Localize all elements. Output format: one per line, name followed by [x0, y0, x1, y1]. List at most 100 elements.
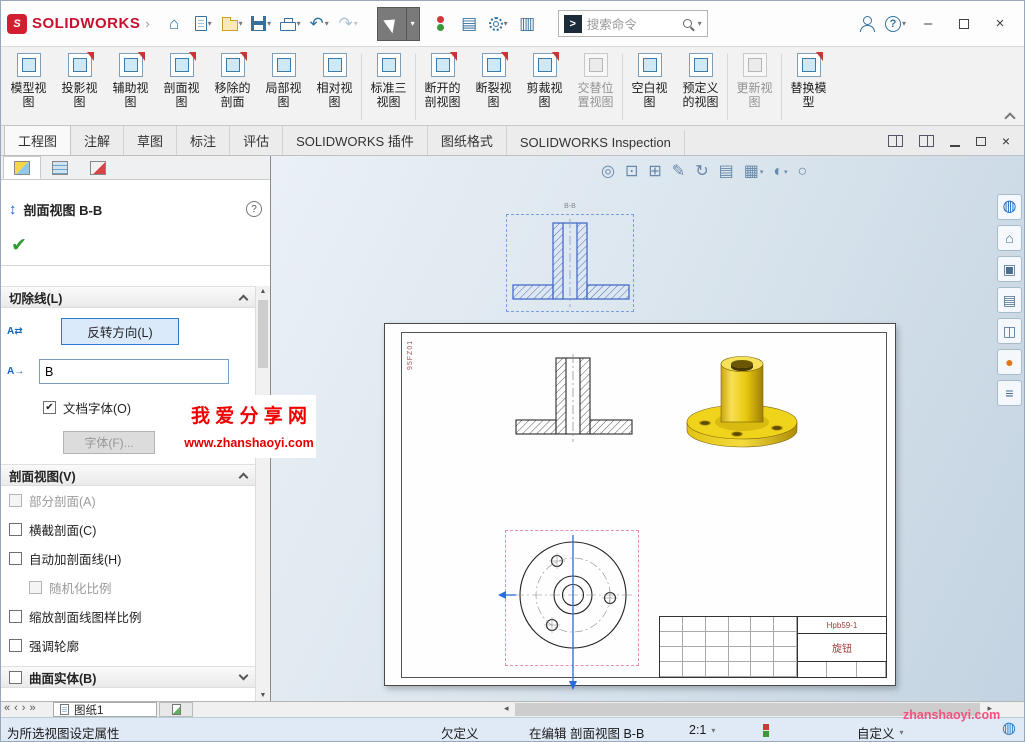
ribbon-section-view[interactable]: 剖面视图: [156, 52, 207, 109]
solidworks-menu[interactable]: S SOLIDWORKS ›: [7, 14, 150, 34]
table-button[interactable]: ▤: [456, 8, 483, 40]
ribbon-update-view[interactable]: 更新视图: [729, 52, 780, 109]
front-section-view[interactable]: [510, 354, 638, 445]
flip-direction-button[interactable]: 反转方向(L): [61, 318, 179, 345]
sheet-properties-icon[interactable]: ▤: [719, 164, 734, 180]
ribbon-standard-3-view[interactable]: 标准三视图: [363, 52, 414, 109]
doc-close-icon[interactable]: ×: [1002, 134, 1010, 148]
zoom-fit-icon[interactable]: ⊡: [625, 164, 638, 180]
property-manager-tab[interactable]: [3, 156, 41, 179]
ribbon-detail-view[interactable]: 局部视图: [258, 52, 309, 109]
zoom-select-icon[interactable]: ◎: [601, 164, 615, 180]
surface-bodies-checkbox[interactable]: [9, 671, 22, 684]
surface-bodies-section-header[interactable]: 曲面实体(B): [1, 666, 255, 688]
ribbon-relative-view[interactable]: 相对视图: [309, 52, 360, 109]
ribbon-broken-out-section[interactable]: 断开的剖视图: [417, 52, 468, 109]
ribbon-empty-view[interactable]: 空白视图: [624, 52, 675, 109]
maximize-button[interactable]: [946, 7, 982, 41]
rebuild-button[interactable]: [427, 8, 454, 40]
doc-minimize-icon[interactable]: [950, 145, 960, 147]
ribbon-projected-view[interactable]: 投影视图: [54, 52, 105, 109]
previous-sheet-icon[interactable]: ‹: [14, 703, 18, 714]
save-button[interactable]: ▾: [248, 8, 275, 40]
next-sheet-icon[interactable]: ›: [22, 703, 26, 714]
ribbon-removed-section[interactable]: 移除的剖面: [207, 52, 258, 109]
scrollbar-thumb[interactable]: [258, 300, 268, 368]
new-document-button[interactable]: ▾: [190, 8, 217, 40]
sheet-scale-dropdown[interactable]: 2:1 ▾: [689, 723, 715, 737]
font-button[interactable]: 字体(F)...: [63, 431, 155, 454]
sheet-tab-sheet1[interactable]: 图纸1: [53, 702, 157, 717]
open-button[interactable]: ▾: [219, 8, 246, 40]
panel-help-icon[interactable]: ?: [246, 201, 262, 217]
tab-evaluate[interactable]: 评估: [230, 126, 283, 155]
ribbon-crop-view[interactable]: 剪裁视图: [519, 52, 570, 109]
minimize-button[interactable]: –: [910, 7, 946, 41]
view-orientation-icon[interactable]: ▦▾: [744, 164, 764, 180]
randomize-scale-checkbox[interactable]: 随机化比例: [1, 573, 255, 602]
command-search[interactable]: > 搜索命令 ▾: [558, 10, 708, 37]
taskpane-globe-icon[interactable]: ◍: [997, 194, 1022, 220]
collapse-chevron-icon[interactable]: [239, 294, 249, 304]
units-dropdown[interactable]: 自定义 ▾: [857, 723, 904, 742]
close-button[interactable]: ×: [982, 7, 1018, 41]
account-button[interactable]: [853, 8, 880, 40]
scroll-down-icon[interactable]: ▼: [256, 692, 270, 699]
pane-left-icon[interactable]: [888, 135, 903, 147]
checkbox-checked-icon[interactable]: ✔: [43, 401, 56, 414]
top-view-selected[interactable]: [505, 530, 639, 666]
properties-button[interactable]: ▥: [514, 8, 541, 40]
section-view-preview[interactable]: B-B: [506, 214, 634, 312]
help-button[interactable]: ?▾: [882, 8, 909, 40]
emphasize-outline-checkbox[interactable]: 强调轮廓: [1, 631, 255, 660]
tab-annotation[interactable]: 注解: [71, 126, 124, 155]
tab-addins[interactable]: SOLIDWORKS 插件: [283, 126, 428, 155]
first-sheet-icon[interactable]: «: [4, 703, 10, 714]
undo-button[interactable]: ↶▾: [306, 8, 333, 40]
scale-hatch-pattern-checkbox[interactable]: 缩放剖面线图样比例: [1, 602, 255, 631]
tab-dimension[interactable]: 标注: [177, 126, 230, 155]
collapse-chevron-icon[interactable]: [239, 472, 249, 482]
home-button[interactable]: ⌂: [161, 8, 188, 40]
ribbon-break-view[interactable]: 断裂视图: [468, 52, 519, 109]
display-style-icon[interactable]: ◐▾: [773, 164, 787, 180]
taskpane-custom-properties-icon[interactable]: ≡: [997, 380, 1022, 406]
sketch-icon[interactable]: ✎: [672, 164, 685, 180]
doc-restore-icon[interactable]: [976, 137, 986, 146]
ribbon-predefined-view[interactable]: 预定义的视图: [675, 52, 726, 109]
options-button[interactable]: ▾: [485, 8, 512, 40]
taskpane-home-icon[interactable]: ⌂: [997, 225, 1022, 251]
scroll-left-icon[interactable]: ◂: [504, 704, 509, 713]
drawing-sheet[interactable]: 95FZ01: [384, 323, 896, 686]
panel-scrollbar[interactable]: ▲ ▼: [255, 286, 270, 701]
tab-inspection[interactable]: SOLIDWORKS Inspection: [507, 130, 685, 155]
tab-drawing[interactable]: 工程图: [4, 125, 71, 155]
section-line-arrow-down[interactable]: [569, 681, 577, 690]
auto-hatching-checkbox[interactable]: 自动加剖面线(H): [1, 544, 255, 573]
menu-expand-icon[interactable]: ›: [145, 16, 149, 31]
tab-sheet-format[interactable]: 图纸格式: [428, 126, 507, 155]
cutline-section-header[interactable]: 切除线(L): [1, 286, 255, 308]
view-settings-icon[interactable]: ○: [798, 164, 808, 180]
rotate-view-icon[interactable]: ↻: [695, 164, 708, 180]
taskpane-appearances-icon[interactable]: ●: [997, 349, 1022, 375]
last-sheet-icon[interactable]: »: [29, 703, 35, 714]
taskpane-view-palette-icon[interactable]: ◫: [997, 318, 1022, 344]
ribbon-replace-model[interactable]: 替换模型: [783, 52, 834, 109]
ribbon-alternate-position[interactable]: 交替位置视图: [570, 52, 621, 109]
partial-section-checkbox[interactable]: 部分剖面(A): [1, 486, 255, 515]
scroll-up-icon[interactable]: ▲: [256, 288, 270, 295]
ribbon-collapse-icon[interactable]: [1004, 112, 1015, 123]
ribbon-model-view[interactable]: 模型视图: [3, 52, 54, 109]
configuration-tab[interactable]: [41, 156, 79, 179]
add-sheet-tab[interactable]: [159, 702, 193, 717]
pane-right-icon[interactable]: [919, 135, 934, 147]
graphics-area[interactable]: ◎ ⊡ ⊞ ✎ ↻ ▤ ▦▾ ◐▾ ○ B-B: [271, 156, 1025, 701]
search-icon[interactable]: [683, 19, 692, 28]
redo-button[interactable]: ↷▾: [335, 8, 362, 40]
print-button[interactable]: ▾: [277, 8, 304, 40]
taskpane-file-explorer-icon[interactable]: ▤: [997, 287, 1022, 313]
expand-chevron-icon[interactable]: [239, 671, 249, 681]
select-tool-button[interactable]: ▾: [377, 7, 420, 41]
ok-checkmark[interactable]: ✔: [11, 234, 27, 257]
